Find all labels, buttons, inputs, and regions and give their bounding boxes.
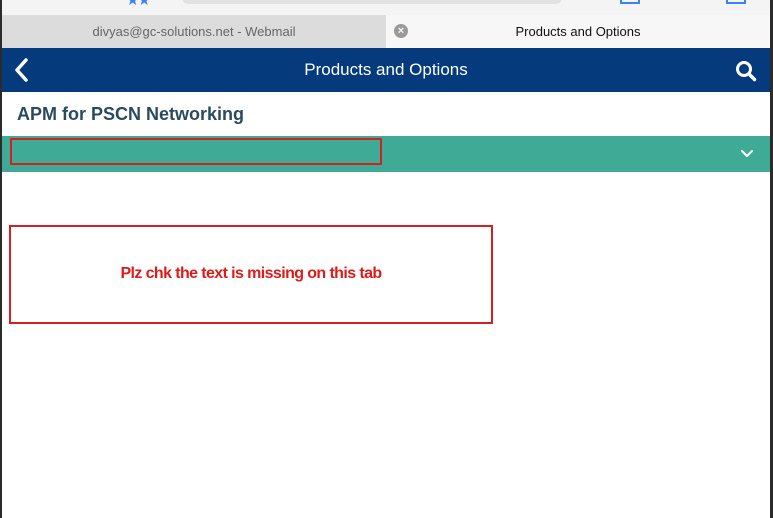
page-title: APM for PSCN Networking: [17, 104, 245, 124]
browser-tab-bar: divyas@gc-solutions.net - Webmail × Prod…: [2, 15, 770, 48]
browser-toolbar: ★★: [2, 0, 770, 15]
bookmarks-icon[interactable]: ★★: [126, 0, 151, 9]
annotation-highlight-box: [10, 138, 382, 165]
annotation-comment: Plz chk the text is missing on this tab: [120, 264, 382, 282]
tab-label: divyas@gc-solutions.net - Webmail: [92, 24, 296, 39]
close-tab-icon[interactable]: ×: [394, 24, 408, 38]
share-icon[interactable]: [620, 0, 640, 4]
tabs-overview-icon[interactable]: [726, 0, 746, 4]
tab-products-and-options[interactable]: × Products and Options: [386, 15, 770, 48]
tab-label: Products and Options: [515, 24, 641, 39]
header-title: Products and Options: [304, 60, 468, 79]
address-bar[interactable]: [182, 0, 562, 4]
tab-webmail[interactable]: divyas@gc-solutions.net - Webmail: [2, 15, 386, 48]
search-icon[interactable]: [735, 60, 757, 82]
app-header: Products and Options: [2, 48, 770, 92]
chevron-down-icon[interactable]: [740, 147, 754, 161]
annotation-comment-box: Plz chk the text is missing on this tab: [9, 225, 493, 324]
